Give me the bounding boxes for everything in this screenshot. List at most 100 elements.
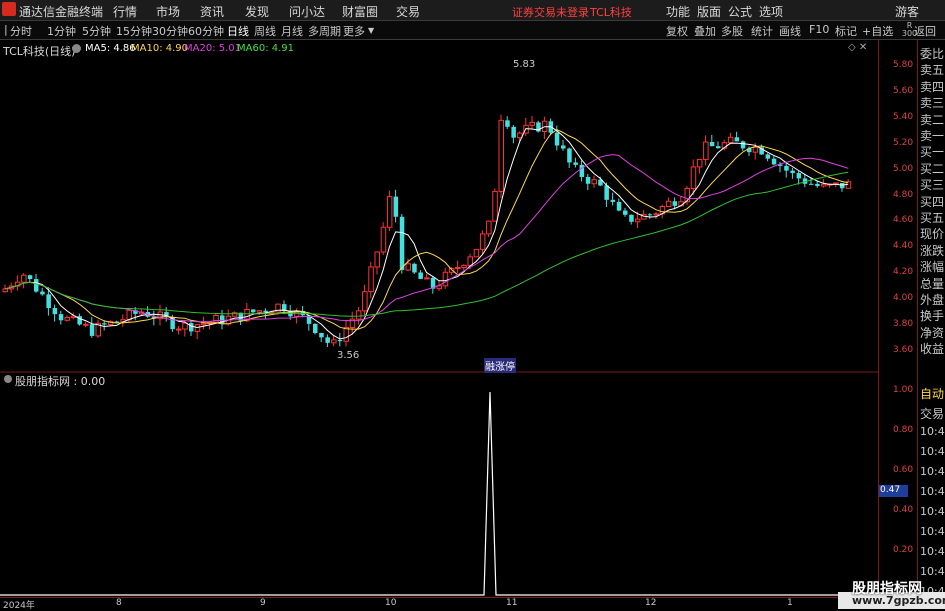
candle-body	[703, 141, 709, 160]
candle-body	[313, 323, 318, 333]
candle-body	[319, 332, 324, 338]
period-tab-15min[interactable]: 15分钟	[116, 23, 152, 39]
tool-f10-button[interactable]: F10	[809, 23, 829, 36]
tool-multistock-button[interactable]: 多股	[721, 23, 743, 39]
tick-time: 10:45	[920, 505, 945, 518]
period-tab-30min[interactable]: 30分钟	[152, 23, 188, 39]
more-dropdown-icon[interactable]: ▼	[368, 26, 374, 35]
period-tab-monthly[interactable]: 月线	[281, 23, 303, 39]
menu-item-layout[interactable]: 版面	[697, 3, 721, 20]
period-tab-intraday[interactable]: 分时	[10, 23, 32, 39]
price-tick: 5.60	[893, 85, 914, 96]
quote-field-label: 买五	[920, 211, 945, 225]
candle-body	[771, 158, 777, 165]
user-label[interactable]: 游客	[895, 3, 919, 20]
candle-body	[479, 233, 486, 250]
trade-login-status[interactable]: 证券交易未登录	[512, 4, 589, 20]
tool-draw-button[interactable]: 画线	[779, 23, 801, 39]
tool-overlay-button[interactable]: 叠加	[694, 23, 716, 39]
candle-body	[114, 321, 120, 323]
candle-body	[368, 266, 374, 293]
candle-body	[27, 275, 33, 280]
quote-field-label: 委比	[920, 47, 945, 61]
quote-field-label: 净资	[920, 325, 945, 340]
candle-body	[337, 339, 343, 342]
quote-field-label: 总量	[920, 276, 945, 291]
tool-mark-button[interactable]: 标记	[835, 23, 857, 39]
tick-time: 10:45	[920, 465, 945, 478]
candle-body	[591, 179, 597, 185]
watermark-url: www.7gpzb.com	[852, 594, 945, 607]
menu-item-market[interactable]: 市场	[156, 3, 180, 20]
quote-field-label: 卖五	[920, 63, 945, 78]
candle-body	[393, 196, 399, 217]
tool-stats-button[interactable]: 统计	[751, 23, 773, 39]
trade-panel-label[interactable]: 交易	[920, 405, 945, 422]
period-tab-60min[interactable]: 60分钟	[188, 23, 224, 39]
low-price-marker: 3.56	[337, 350, 360, 361]
candle-body	[325, 337, 330, 343]
candle-body	[505, 120, 510, 127]
period-tab-weekly[interactable]: 周线	[254, 23, 276, 39]
price-axis: R 300 5.80 5.60 5.40 5.20 5.00 4.80 4.60 4.40 4.…	[878, 22, 918, 597]
menu-item-news[interactable]: 资讯	[200, 3, 224, 20]
event-marker-badge[interactable]: 融涨停	[484, 358, 516, 373]
period-tab-more[interactable]: 更多	[343, 23, 365, 39]
menu-item-options[interactable]: 选项	[759, 3, 783, 20]
moving-average-group	[4, 126, 849, 340]
chart-area[interactable]: TCL科技(日线) MA5: 4.86 MA10: 4.90 MA20: 5.0…	[0, 40, 878, 597]
period-toolbar: | 分时 1分钟 5分钟 15分钟 30分钟 60分钟 日线 周线 月线 多周期…	[0, 21, 945, 40]
menu-item-wealth[interactable]: 财富圈	[342, 3, 378, 20]
candle-body	[727, 136, 734, 144]
ma5-line	[4, 126, 849, 340]
period-tab-5min[interactable]: 5分钟	[82, 23, 111, 39]
indicator-tick: 0.20	[893, 545, 914, 555]
candle-body	[380, 226, 387, 253]
kline-chart-svg[interactable]	[0, 40, 878, 597]
menu-item-discover[interactable]: 发现	[245, 3, 269, 20]
candle-body	[604, 185, 609, 200]
quote-field-label: 收益	[920, 342, 945, 357]
indicator-menu-icon[interactable]	[4, 375, 12, 383]
candle-body	[623, 210, 628, 215]
chart-menu-icon[interactable]	[72, 44, 81, 53]
trade-panel-label[interactable]: 自动	[920, 385, 945, 402]
candle-body	[34, 279, 39, 292]
quote-field-label: 卖三	[920, 96, 945, 111]
chart-settings-icon[interactable]: ◇ ✕	[848, 42, 867, 53]
period-tab-daily[interactable]: 日线	[227, 23, 249, 39]
menu-item-function[interactable]: 功能	[666, 3, 690, 20]
candle-body	[665, 200, 672, 207]
candle-body	[653, 213, 659, 216]
quote-field-label: 涨幅	[920, 260, 945, 275]
menu-item-trade[interactable]: 交易	[396, 3, 420, 20]
candle-body	[696, 158, 703, 168]
candle-body	[784, 165, 789, 171]
menu-item-assistant[interactable]: 问小达	[289, 3, 325, 20]
tick-time: 10:45	[920, 425, 945, 438]
ma20-line	[4, 154, 849, 323]
candle-body	[486, 220, 492, 235]
period-tab-multi[interactable]: 多周期	[308, 23, 341, 39]
tool-add-watchlist-button[interactable]: +自选	[862, 23, 893, 39]
candle-body	[194, 324, 201, 332]
candle-body	[405, 263, 411, 271]
candle-body	[492, 190, 498, 222]
candle-body	[386, 196, 393, 228]
period-tab-1min[interactable]: 1分钟	[47, 23, 76, 39]
price-tick: 4.60	[893, 215, 914, 226]
tick-time: 10:45	[920, 525, 945, 538]
indicator-value-badge: 0.47	[879, 485, 908, 497]
menu-item-formula[interactable]: 公式	[728, 3, 752, 20]
x-label-2024: 2024年	[3, 601, 35, 611]
candle-body	[251, 309, 256, 313]
tool-adjust-button[interactable]: 复权	[666, 23, 688, 39]
candle-body	[461, 264, 467, 269]
candle-body	[790, 170, 795, 174]
indicator-tick: 0.40	[893, 505, 914, 515]
candle-body	[561, 145, 566, 149]
candle-body	[709, 142, 715, 147]
menu-item-quotes[interactable]: 行情	[113, 3, 137, 20]
quote-field-label: 买四	[920, 194, 945, 209]
toolbar-separator-icon: |	[4, 23, 8, 36]
